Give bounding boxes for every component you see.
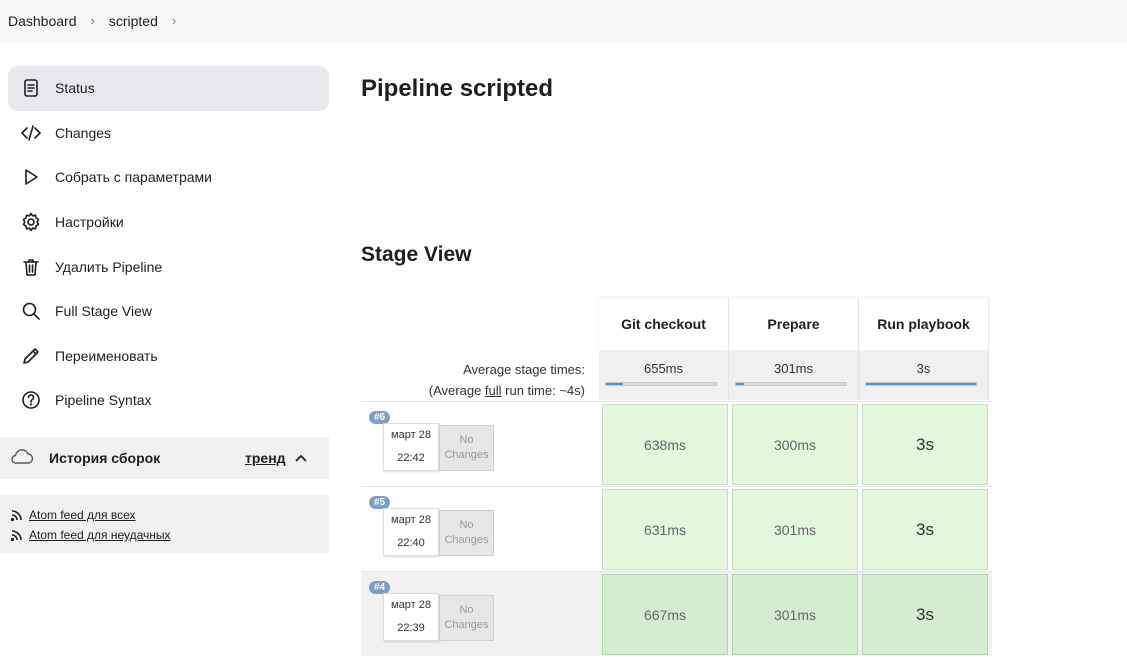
rss-icon: [10, 529, 22, 541]
pencil-icon: [20, 345, 42, 367]
stage-view-title: Stage View: [361, 243, 472, 266]
trash-icon: [20, 256, 42, 278]
stage-cell-git-checkout[interactable]: 638ms: [602, 404, 728, 485]
atom-feed-all-link[interactable]: Atom feed для всех: [29, 508, 136, 522]
run-date-time: 22:42: [397, 452, 425, 464]
sidebar-item-status[interactable]: Status: [8, 66, 329, 111]
stage-cell-git-checkout[interactable]: 667ms: [602, 574, 728, 655]
stage-cell-git-checkout[interactable]: 631ms: [602, 489, 728, 570]
average-stage-times-text: Average stage times:: [463, 362, 585, 377]
help-icon: [20, 389, 42, 411]
chevron-up-icon[interactable]: [293, 450, 309, 471]
stage-header-run-playbook: Run playbook: [859, 298, 989, 350]
avg-progress-fill: [736, 383, 744, 385]
chevron-right-icon[interactable]: ›: [172, 13, 176, 28]
run-info: #4 март 28 22:39 No Changes: [361, 572, 599, 657]
avg-cell-prepare: 301ms: [729, 350, 859, 400]
run-date-time: 22:39: [397, 622, 425, 634]
play-icon: [20, 166, 42, 188]
sidebar-item-label: Pipeline Syntax: [55, 392, 152, 409]
stage-cell-run-playbook[interactable]: 3s: [862, 489, 988, 570]
atom-feeds: Atom feed для всех Atom feed для неудачн…: [0, 495, 329, 553]
average-run-prefix: (Average: [428, 383, 485, 398]
run-date-day: март 28: [391, 514, 431, 526]
run-row: #4 март 28 22:39 No Changes 667ms 301ms 3…: [361, 571, 992, 656]
rss-icon: [10, 509, 22, 521]
search-icon: [20, 300, 42, 322]
full-run-link[interactable]: full: [485, 383, 502, 398]
stage-header-git-checkout: Git checkout: [599, 298, 729, 350]
gear-icon: [20, 211, 42, 233]
sidebar-item-settings[interactable]: Настройки: [8, 200, 329, 245]
sidebar-item-label: Full Stage View: [55, 303, 153, 320]
stage-cell-prepare[interactable]: 301ms: [732, 574, 858, 655]
run-row: #6 март 28 22:42 No Changes 638ms 300ms 3…: [361, 401, 992, 486]
sidebar-item-label: Status: [55, 80, 95, 97]
document-icon: [20, 77, 42, 99]
sidebar-item-label: Удалить Pipeline: [55, 258, 163, 275]
sidebar-item-build-with-params[interactable]: Собрать с параметрами: [8, 155, 329, 200]
stage-cell-run-playbook[interactable]: 3s: [862, 574, 988, 655]
average-times-label: Average stage times: (Average full run t…: [345, 359, 585, 401]
run-date: март 28 22:39: [383, 593, 439, 641]
stage-cell-prepare[interactable]: 300ms: [732, 404, 858, 485]
run-date-day: март 28: [391, 599, 431, 611]
avg-progress-fill: [606, 383, 623, 385]
build-history-title: История сборок: [49, 450, 161, 466]
sidebar-item-pipeline-syntax[interactable]: Pipeline Syntax: [8, 378, 329, 423]
stage-cell-prepare[interactable]: 301ms: [732, 489, 858, 570]
page-title: Pipeline scripted: [361, 75, 554, 102]
run-changes[interactable]: No Changes: [439, 595, 494, 641]
atom-feed-failed-link[interactable]: Atom feed для неудачных: [29, 528, 171, 542]
sidebar-item-label: Настройки: [55, 214, 124, 231]
run-changes[interactable]: No Changes: [439, 425, 494, 471]
avg-time-value: 655ms: [643, 361, 684, 376]
breadcrumb: Dashboard › scripted ›: [0, 0, 1127, 41]
sidebar-item-rename[interactable]: Переименовать: [8, 334, 329, 379]
average-run-time-text: (Average full run time: ~4s): [345, 380, 585, 401]
run-date: март 28 22:42: [383, 423, 439, 471]
average-run-suffix: run time: ~4s): [501, 383, 585, 398]
average-times-row: Average stage times: (Average full run t…: [361, 350, 992, 400]
run-date-day: март 28: [391, 429, 431, 441]
atom-feed-failed[interactable]: Atom feed для неудачных: [10, 525, 329, 545]
avg-progress-bar: [865, 382, 977, 386]
chevron-right-icon: ›: [90, 13, 95, 28]
run-info: #5 март 28 22:40 No Changes: [361, 487, 599, 572]
sidebar: Status Changes Собрать с параметрами Нас…: [8, 66, 329, 423]
atom-feed-all[interactable]: Atom feed для всех: [10, 505, 329, 525]
breadcrumb-dashboard[interactable]: Dashboard: [8, 13, 77, 29]
avg-progress-fill: [866, 383, 976, 385]
stage-header-row: Git checkout Prepare Run playbook: [599, 298, 989, 350]
avg-cell-run-playbook: 3s: [859, 350, 989, 400]
sidebar-item-label: Переименовать: [55, 347, 158, 364]
trend-link[interactable]: тренд: [245, 450, 286, 466]
avg-progress-bar: [735, 382, 847, 386]
run-date-time: 22:40: [397, 537, 425, 549]
run-info: #6 март 28 22:42 No Changes: [361, 402, 599, 487]
cloud-icon: [8, 446, 34, 471]
stage-header-prepare: Prepare: [729, 298, 859, 350]
sidebar-item-delete-pipeline[interactable]: Удалить Pipeline: [8, 244, 329, 289]
sidebar-item-label: Собрать с параметрами: [55, 169, 212, 186]
avg-progress-bar: [605, 382, 717, 386]
run-changes[interactable]: No Changes: [439, 510, 494, 556]
build-history-header: История сборок тренд: [0, 437, 329, 479]
stage-cell-run-playbook[interactable]: 3s: [862, 404, 988, 485]
breadcrumb-scripted[interactable]: scripted: [109, 13, 158, 29]
avg-time-value: 301ms: [773, 361, 814, 376]
avg-time-value: 3s: [916, 361, 931, 376]
run-row: #5 март 28 22:40 No Changes 631ms 301ms 3…: [361, 486, 992, 571]
sidebar-item-changes[interactable]: Changes: [8, 111, 329, 156]
sidebar-item-label: Changes: [55, 124, 112, 141]
sidebar-item-full-stage-view[interactable]: Full Stage View: [8, 289, 329, 334]
avg-cell-git-checkout: 655ms: [599, 350, 729, 400]
run-date: март 28 22:40: [383, 508, 439, 556]
code-icon: [20, 122, 42, 144]
